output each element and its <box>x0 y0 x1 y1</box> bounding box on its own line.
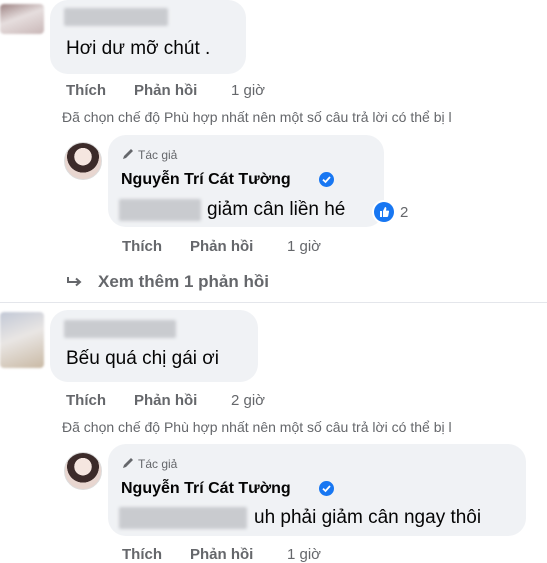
verified-badge-icon <box>319 481 334 496</box>
sort-note: Đã chọn chế độ Phù hợp nhất nên một số c… <box>62 419 452 435</box>
author-name[interactable]: Nguyễn Trí Cát Tường <box>121 480 291 498</box>
reply-timestamp[interactable]: 1 giờ <box>287 238 321 255</box>
commenter-name-redacted[interactable] <box>64 8 168 26</box>
author-tag: Tác giả <box>138 457 178 471</box>
author-name[interactable]: Nguyễn Trí Cát Tường <box>121 171 291 189</box>
reply-text: giảm cân liền hé <box>207 199 346 220</box>
reply-arrow-icon <box>67 277 82 287</box>
mentioned-name-redacted[interactable] <box>119 507 247 529</box>
view-more-replies-button[interactable]: Xem thêm 1 phản hồi <box>98 272 269 292</box>
comment-timestamp[interactable]: 1 giờ <box>231 82 265 99</box>
like-button[interactable]: Thích <box>122 238 162 255</box>
author-tag: Tác giả <box>138 148 178 162</box>
comment-timestamp[interactable]: 2 giờ <box>231 392 265 409</box>
like-button[interactable]: Thích <box>66 82 106 99</box>
pencil-icon <box>123 149 133 159</box>
separator <box>0 302 547 303</box>
comment-text: Bếu quá chị gái ơi <box>66 348 219 369</box>
sort-note: Đã chọn chế độ Phù hợp nhất nên một số c… <box>62 109 452 125</box>
author-avatar[interactable] <box>64 142 102 180</box>
like-button[interactable]: Thích <box>66 392 106 409</box>
reply-button[interactable]: Phản hồi <box>134 392 197 409</box>
author-avatar[interactable] <box>64 452 102 490</box>
commenter-name-redacted[interactable] <box>64 320 176 338</box>
commenter-avatar[interactable] <box>0 4 44 34</box>
verified-badge-icon <box>319 172 334 187</box>
commenter-avatar[interactable] <box>0 312 44 368</box>
pencil-icon <box>123 458 133 468</box>
comment-text: Hơi dư mỡ chút . <box>66 38 211 59</box>
like-reaction-icon[interactable] <box>374 202 394 222</box>
mentioned-name-redacted[interactable] <box>119 199 201 221</box>
reply-button[interactable]: Phản hồi <box>134 82 197 99</box>
reply-text: uh phải giảm cân ngay thôi <box>254 507 482 528</box>
reaction-count[interactable]: 2 <box>400 204 408 221</box>
reply-button[interactable]: Phản hồi <box>190 238 253 255</box>
